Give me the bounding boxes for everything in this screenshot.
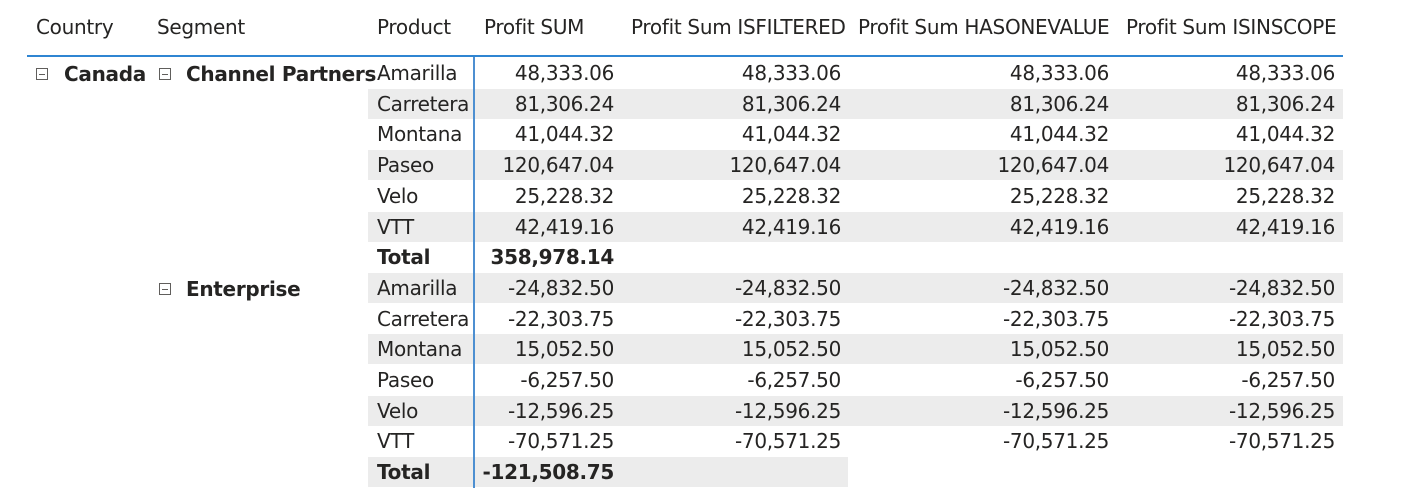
isinscope-cell: 15,052.50 — [1235, 337, 1335, 362]
column-divider — [473, 57, 475, 488]
product-cell: Velo — [377, 183, 419, 208]
product-cell: Velo — [377, 398, 419, 423]
profit-sum-cell: 81,306.24 — [514, 91, 614, 116]
hasonevalue-cell: 15,052.50 — [1009, 337, 1109, 362]
column-header-country[interactable]: Country — [36, 14, 114, 40]
profit-sum-cell: 48,333.06 — [514, 61, 614, 85]
isinscope-cell: 48,333.06 — [1235, 61, 1335, 85]
isfiltered-cell: 42,419.16 — [741, 214, 841, 239]
total-profit-sum-cell: -121,508.75 — [482, 460, 614, 485]
product-cell: VTT — [377, 429, 414, 454]
isfiltered-cell: 81,306.24 — [741, 91, 841, 116]
profit-sum-cell: -24,832.50 — [507, 275, 614, 300]
product-cell: Montana — [377, 337, 463, 362]
hasonevalue-cell: -22,303.75 — [1002, 306, 1109, 331]
product-cell: Paseo — [377, 153, 434, 178]
row-header-country: Canada — [64, 62, 146, 86]
isinscope-cell: -70,571.25 — [1228, 429, 1335, 454]
collapse-segment-icon[interactable] — [159, 283, 171, 295]
hasonevalue-cell: -24,832.50 — [1002, 275, 1109, 300]
row-header-segment: Channel Partners — [186, 62, 377, 86]
profit-sum-cell: 42,419.16 — [514, 214, 614, 239]
column-header-hasonevalue[interactable]: Profit Sum HASONEVALUE — [858, 14, 1110, 40]
isinscope-cell: 42,419.16 — [1235, 214, 1335, 239]
isfiltered-cell: -22,303.75 — [734, 306, 841, 331]
total-label: Total — [377, 245, 431, 270]
isinscope-cell: -6,257.50 — [1241, 368, 1335, 392]
total-label: Total — [377, 460, 431, 485]
profit-sum-cell: 120,647.04 — [502, 153, 614, 178]
isinscope-cell: 41,044.32 — [1235, 122, 1335, 147]
hasonevalue-cell: 25,228.32 — [1009, 183, 1109, 208]
hasonevalue-cell: -70,571.25 — [1002, 429, 1109, 454]
total-profit-sum-cell: 358,978.14 — [490, 245, 614, 270]
column-header-profit-sum[interactable]: Profit SUM — [484, 14, 584, 40]
product-cell: Amarilla — [377, 61, 458, 85]
profit-sum-cell: -70,571.25 — [507, 429, 614, 454]
collapse-segment-icon[interactable] — [159, 68, 171, 80]
isfiltered-cell: 48,333.06 — [741, 61, 841, 85]
hasonevalue-cell: 48,333.06 — [1009, 61, 1109, 85]
isinscope-cell: 25,228.32 — [1235, 183, 1335, 208]
profit-sum-cell: -22,303.75 — [507, 306, 614, 331]
hasonevalue-cell: 42,419.16 — [1009, 214, 1109, 239]
hasonevalue-cell: -6,257.50 — [1015, 368, 1109, 392]
isfiltered-cell: -6,257.50 — [747, 368, 841, 392]
product-cell: VTT — [377, 214, 414, 239]
column-header-row: Country Segment Product Profit SUM Profi… — [27, 0, 1343, 57]
hasonevalue-cell: 81,306.24 — [1009, 91, 1109, 116]
column-header-isinscope[interactable]: Profit Sum ISINSCOPE — [1126, 14, 1337, 40]
isfiltered-cell: 15,052.50 — [741, 337, 841, 362]
product-cell: Carretera — [377, 306, 470, 331]
column-header-segment[interactable]: Segment — [157, 14, 245, 40]
product-cell: Montana — [377, 122, 463, 147]
isfiltered-cell: -24,832.50 — [734, 275, 841, 300]
isinscope-cell: 81,306.24 — [1235, 91, 1335, 116]
profit-sum-cell: 15,052.50 — [514, 337, 614, 362]
profit-sum-cell: -12,596.25 — [507, 398, 614, 423]
profit-sum-cell: 41,044.32 — [514, 122, 614, 147]
column-header-isfiltered[interactable]: Profit Sum ISFILTERED — [631, 14, 846, 40]
row-header-segment: Enterprise — [186, 277, 301, 301]
collapse-country-icon[interactable] — [36, 68, 48, 80]
isfiltered-cell: -70,571.25 — [734, 429, 841, 454]
isfiltered-cell: -12,596.25 — [734, 398, 841, 423]
hasonevalue-cell: -12,596.25 — [1002, 398, 1109, 423]
product-cell: Paseo — [377, 368, 434, 392]
profit-sum-cell: 25,228.32 — [514, 183, 614, 208]
hasonevalue-cell: 41,044.32 — [1009, 122, 1109, 147]
column-header-product[interactable]: Product — [377, 14, 451, 40]
isfiltered-cell: 25,228.32 — [741, 183, 841, 208]
product-cell: Amarilla — [377, 275, 458, 300]
isfiltered-cell: 41,044.32 — [741, 122, 841, 147]
isfiltered-cell: 120,647.04 — [729, 153, 841, 178]
isinscope-cell: 120,647.04 — [1223, 153, 1335, 178]
product-cell: Carretera — [377, 91, 470, 116]
isinscope-cell: -22,303.75 — [1228, 306, 1335, 331]
isinscope-cell: -12,596.25 — [1228, 398, 1335, 423]
hasonevalue-cell: 120,647.04 — [997, 153, 1109, 178]
profit-sum-cell: -6,257.50 — [520, 368, 614, 392]
matrix-visual: Country Segment Product Profit SUM Profi… — [27, 0, 1343, 488]
isinscope-cell: -24,832.50 — [1228, 275, 1335, 300]
